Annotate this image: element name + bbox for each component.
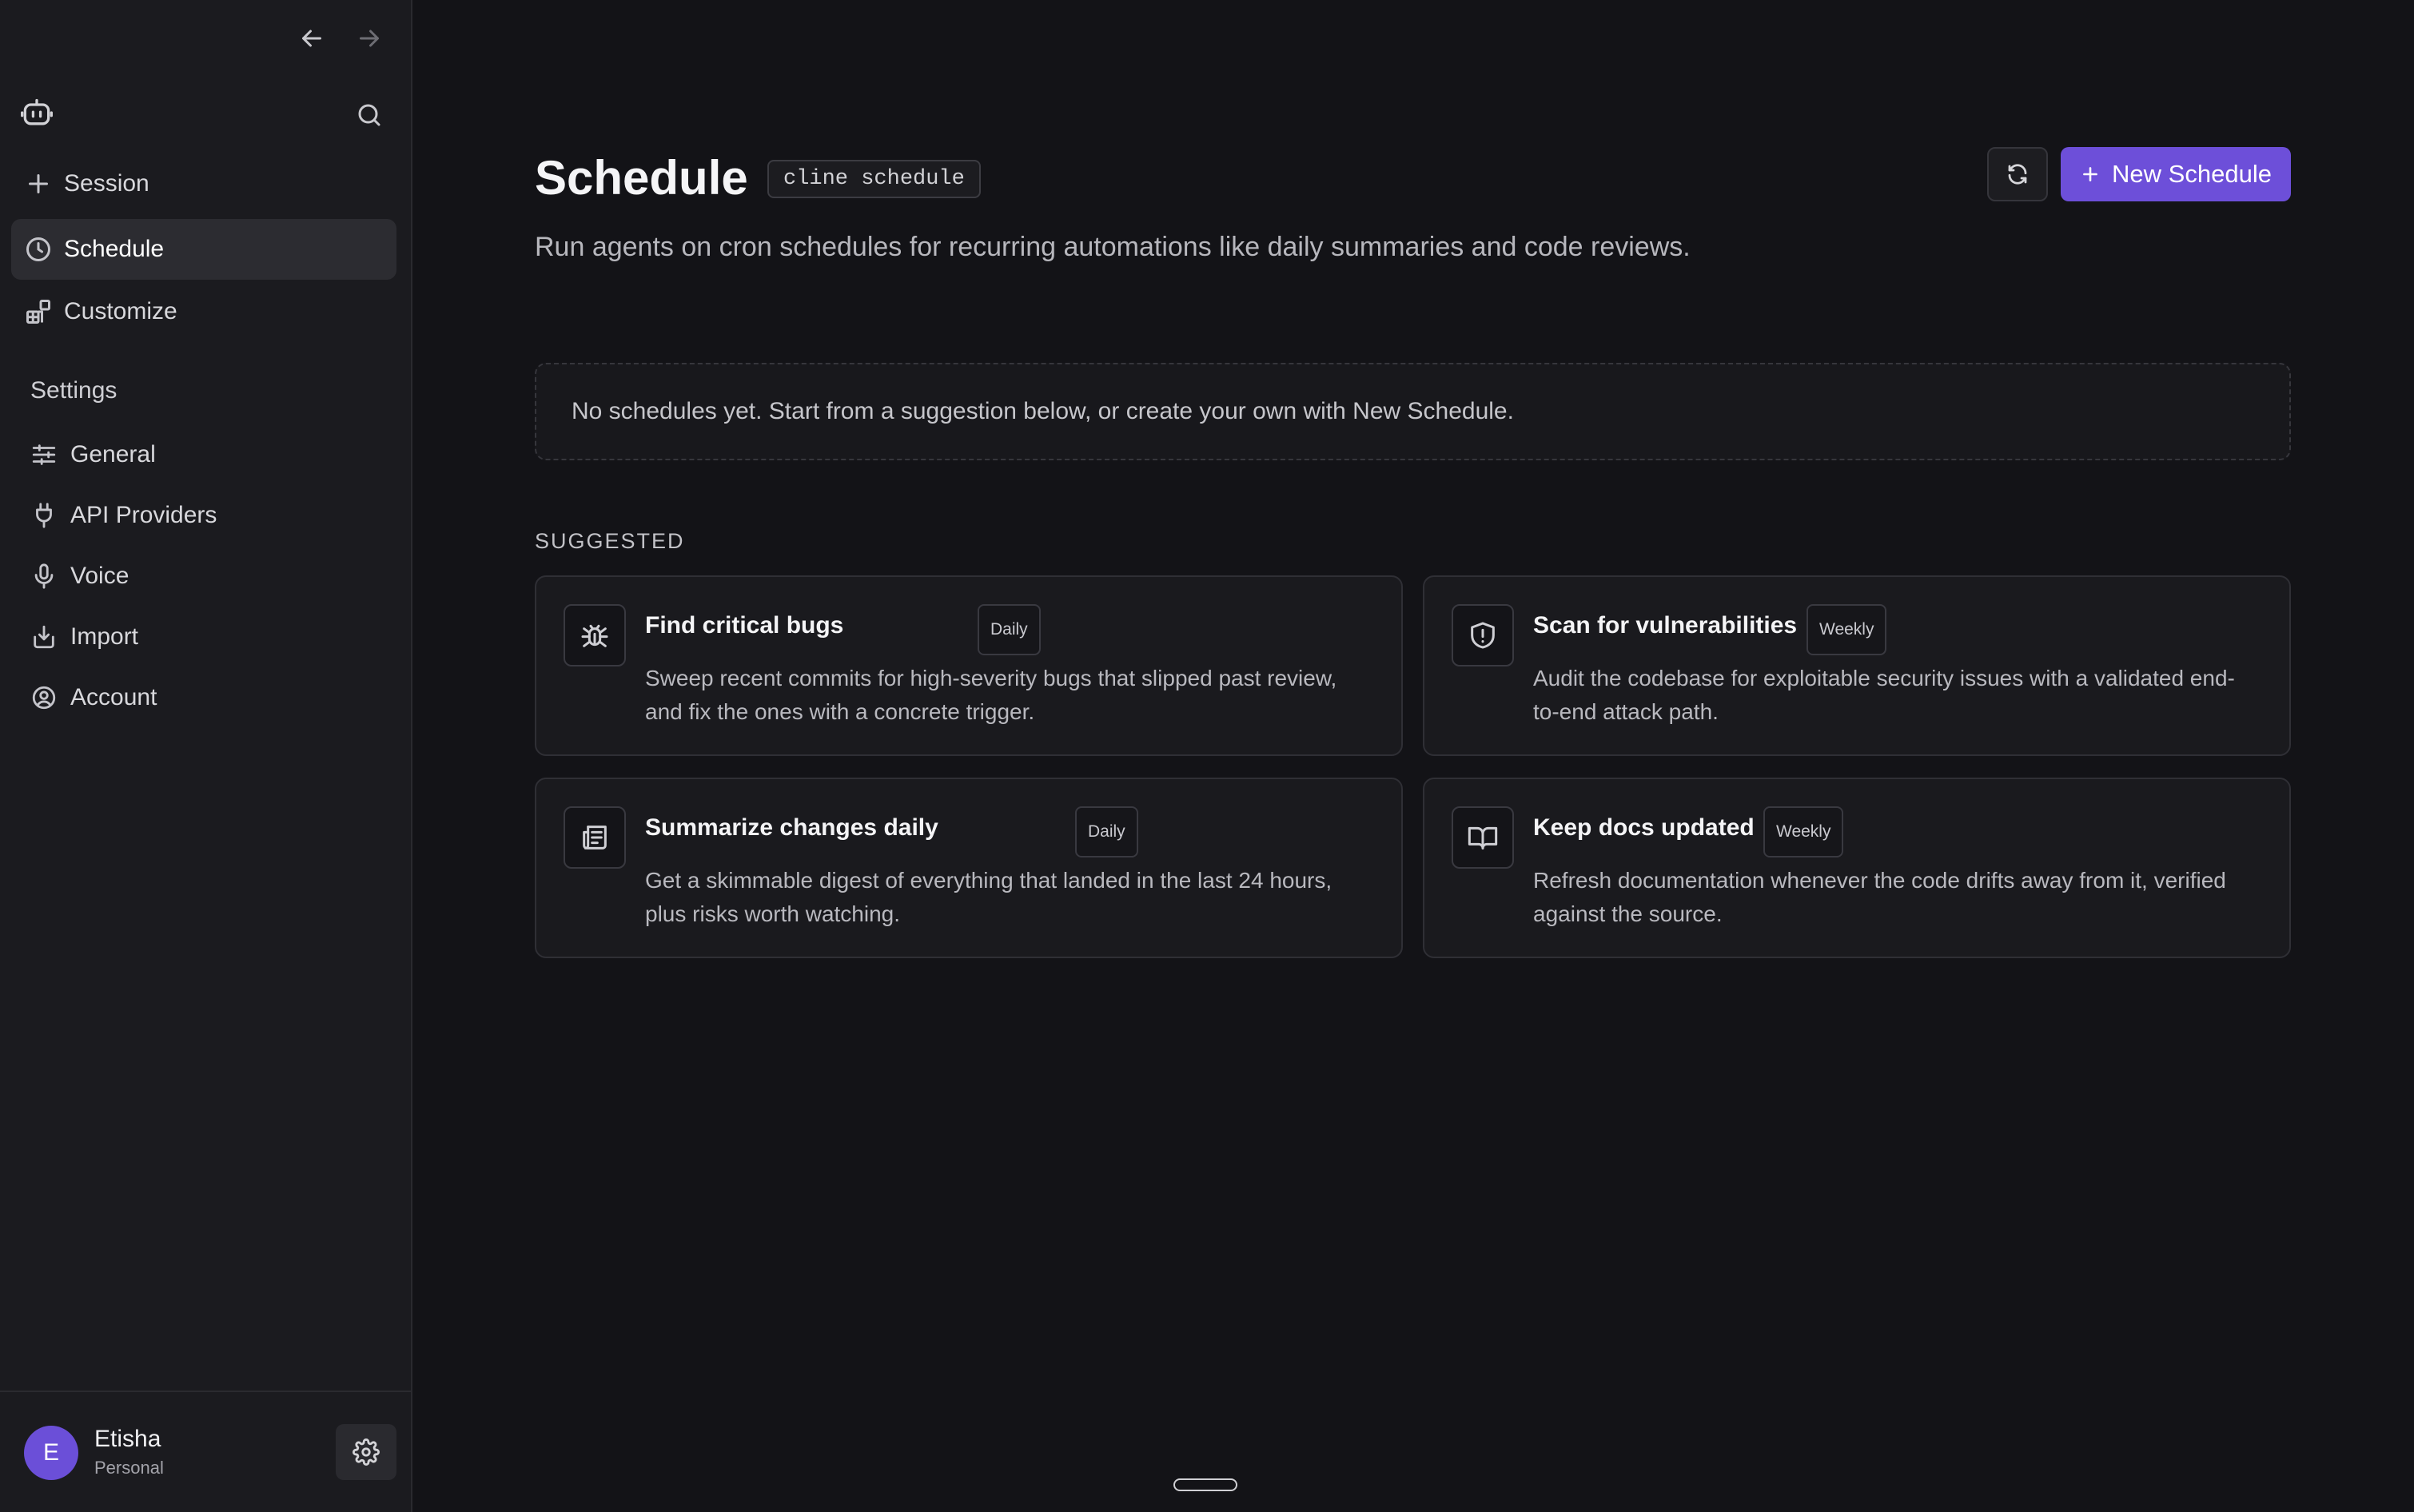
user-plan: Personal bbox=[94, 1458, 164, 1478]
settings-heading: Settings bbox=[30, 377, 118, 404]
user-name: Etisha bbox=[94, 1426, 161, 1452]
plus-icon bbox=[24, 169, 53, 198]
settings-item-label: Voice bbox=[70, 563, 129, 589]
nav-item-label: Schedule bbox=[64, 236, 165, 262]
back-arrow-icon[interactable] bbox=[297, 24, 326, 53]
nav-item-label: Customize bbox=[64, 298, 177, 324]
frequency-badge: Weekly bbox=[1807, 604, 1887, 655]
app-logo-icon bbox=[19, 96, 54, 131]
user-circle-icon bbox=[30, 684, 58, 711]
clock-icon bbox=[24, 235, 53, 264]
plus-icon bbox=[2083, 167, 2097, 181]
suggestion-title: Find critical bugs bbox=[645, 612, 844, 639]
frequency-badge: Daily bbox=[1075, 806, 1138, 857]
suggestion-description: Refresh documentation whenever the code … bbox=[1533, 868, 2226, 926]
command-chip: cline schedule bbox=[767, 160, 981, 198]
newspaper-icon bbox=[564, 806, 626, 869]
empty-state: No schedules yet. Start from a suggestio… bbox=[535, 363, 2291, 460]
nav-item-customize[interactable]: Customize bbox=[11, 281, 396, 342]
gear-icon bbox=[353, 1438, 380, 1466]
widgets-icon bbox=[24, 297, 53, 326]
suggestion-card-summarize-changes-daily[interactable]: Summarize changes daily Daily Get a skim… bbox=[535, 778, 1403, 958]
search-icon[interactable] bbox=[355, 101, 384, 129]
frequency-badge: Daily bbox=[978, 604, 1041, 655]
avatar[interactable]: E bbox=[24, 1426, 78, 1480]
empty-state-message: No schedules yet. Start from a suggestio… bbox=[572, 398, 1514, 424]
suggestion-card-keep-docs-updated[interactable]: Keep docs updated Weekly Refresh documen… bbox=[1423, 778, 2291, 958]
user-settings-button[interactable] bbox=[336, 1424, 396, 1480]
new-schedule-button[interactable]: New Schedule bbox=[2061, 147, 2291, 201]
suggestion-title: Scan for vulnerabilities bbox=[1533, 612, 1798, 639]
suggestion-description: Sweep recent commits for high-severity b… bbox=[645, 666, 1337, 724]
nav-item-schedule[interactable]: Schedule bbox=[11, 219, 396, 280]
suggestion-card-find-critical-bugs[interactable]: Find critical bugs Daily Sweep recent co… bbox=[535, 575, 1403, 756]
sidebar: Session Schedule Customize Settings Gene… bbox=[0, 0, 412, 1512]
settings-item-label: Account bbox=[70, 684, 157, 710]
new-schedule-label: New Schedule bbox=[2112, 160, 2272, 188]
frequency-badge: Weekly bbox=[1763, 806, 1844, 857]
nav-item-label: Session bbox=[64, 170, 149, 197]
forward-arrow-icon[interactable] bbox=[355, 24, 384, 53]
settings-item-general[interactable]: General bbox=[11, 428, 396, 481]
settings-item-account[interactable]: Account bbox=[11, 671, 396, 724]
settings-item-label: API Providers bbox=[70, 502, 217, 528]
settings-item-label: Import bbox=[70, 623, 139, 650]
import-icon bbox=[30, 623, 58, 651]
refresh-icon bbox=[2008, 164, 2027, 185]
app-window: Session Schedule Customize Settings Gene… bbox=[0, 0, 2414, 1512]
refresh-button[interactable] bbox=[1987, 147, 2048, 201]
main-content: Schedule cline schedule New Schedule Run… bbox=[412, 0, 2414, 1512]
settings-item-voice[interactable]: Voice bbox=[11, 550, 396, 603]
plug-icon bbox=[30, 502, 58, 529]
settings-item-label: General bbox=[70, 441, 156, 468]
user-bar: E Etisha Personal bbox=[0, 1391, 411, 1512]
suggestion-card-scan-for-vulnerabilities[interactable]: Scan for vulnerabilities Weekly Audit th… bbox=[1423, 575, 2291, 756]
book-open-icon bbox=[1452, 806, 1514, 869]
home-indicator bbox=[1173, 1478, 1237, 1491]
nav-item-session[interactable]: Session bbox=[11, 153, 396, 214]
suggestion-title: Keep docs updated bbox=[1533, 814, 1755, 841]
suggested-heading: SUGGESTED bbox=[535, 529, 685, 553]
suggestion-description: Audit the codebase for exploitable secur… bbox=[1533, 666, 2235, 724]
bug-icon bbox=[564, 604, 626, 666]
page-title: Schedule bbox=[535, 151, 748, 205]
page-subtitle: Run agents on cron schedules for recurri… bbox=[535, 232, 1691, 262]
settings-item-import[interactable]: Import bbox=[11, 611, 396, 663]
microphone-icon bbox=[30, 563, 58, 590]
shield-alert-icon bbox=[1452, 604, 1514, 666]
sliders-icon bbox=[30, 441, 58, 468]
suggestion-description: Get a skimmable digest of everything tha… bbox=[645, 868, 1332, 926]
suggestion-title: Summarize changes daily bbox=[645, 814, 938, 841]
settings-item-api-providers[interactable]: API Providers bbox=[11, 489, 396, 542]
